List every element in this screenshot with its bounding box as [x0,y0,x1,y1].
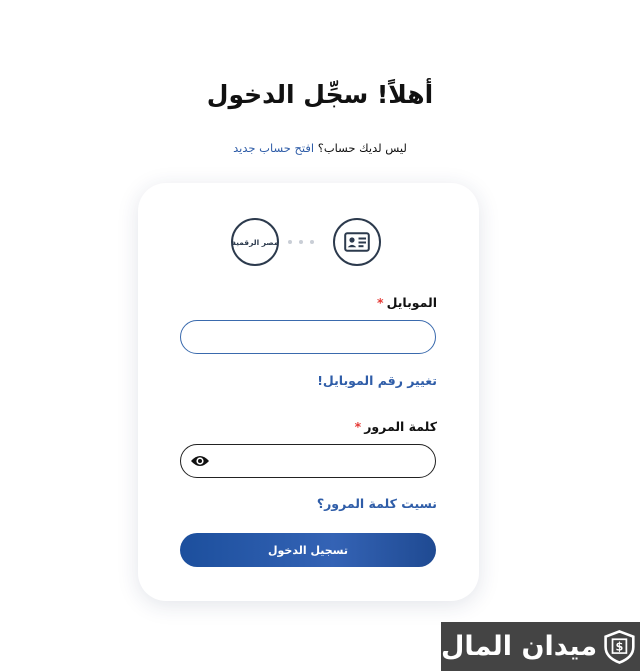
change-mobile-link[interactable]: تغيير رقم الموبايل! [317,373,437,388]
password-label-text: كلمة المرور [364,419,437,434]
step-dot [288,240,292,244]
login-card: مصر الرقمية الموبايل* تغيير رقم الموبايل… [138,183,479,601]
step-dot [310,240,314,244]
login-button[interactable]: تسجيل الدخول [180,533,436,567]
no-account-text: ليس لديك حساب؟ [317,141,407,155]
digital-egypt-logo-text: مصر الرقمية [231,237,279,247]
id-card-step[interactable] [333,218,381,266]
signup-prompt: ليس لديك حساب؟ افتح حساب جديد [0,141,640,155]
step-dots [288,240,314,244]
create-account-link[interactable]: افتح حساب جديد [233,141,314,155]
eye-icon[interactable] [190,453,210,469]
forgot-password-link[interactable]: نسيت كلمة المرور؟ [317,496,437,511]
step-dot [299,240,303,244]
required-mark: * [377,295,384,310]
money-shield-icon: $ [604,629,635,664]
mobile-label: الموبايل* [377,295,437,310]
watermark-text: ميدان المال [441,631,598,662]
id-card-icon [344,232,370,252]
page-title: أهلاً! سجِّل الدخول [206,80,434,109]
svg-text:$: $ [616,640,624,653]
password-label: كلمة المرور* [355,419,437,434]
required-mark: * [354,419,362,434]
mobile-label-text: الموبايل [386,295,437,310]
watermark: ميدان المال $ [441,622,640,671]
digital-egypt-step[interactable]: مصر الرقمية [231,218,279,266]
mobile-input[interactable] [180,320,436,354]
password-input[interactable] [180,444,436,478]
